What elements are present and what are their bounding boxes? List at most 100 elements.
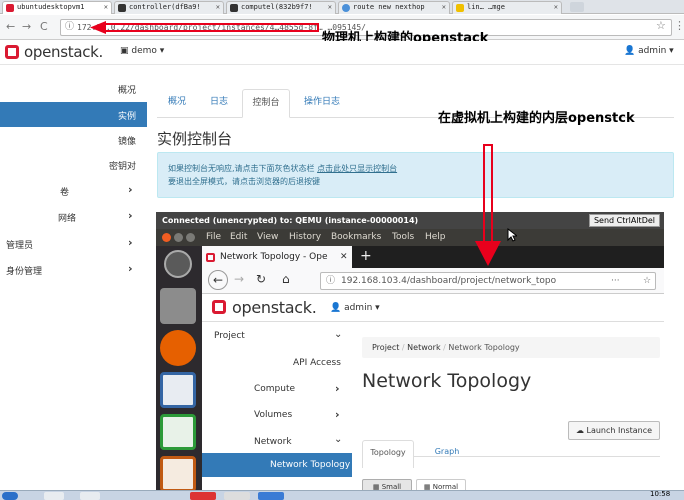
taskbar-app-icon[interactable] (224, 492, 250, 500)
sidebar-item-api-access[interactable]: API Access (293, 358, 341, 368)
user-menu[interactable]: 👤 admin ▾ (330, 303, 380, 313)
firefox-url-text: 192.168.103.4/dashboard/project/network_… (341, 276, 557, 286)
close-window-icon[interactable] (162, 233, 171, 242)
breadcrumb-project[interactable]: Project (372, 343, 399, 352)
launch-instance-button[interactable]: ☁ Launch Instance (568, 421, 660, 440)
openstack-logo-icon (212, 300, 226, 314)
taskbar-app-icon[interactable] (80, 492, 100, 500)
clock: 10:58 (650, 490, 671, 498)
tab-topology[interactable]: Topology (362, 440, 414, 468)
calc-icon[interactable] (160, 414, 196, 450)
breadcrumb-network[interactable]: Network (407, 343, 440, 352)
star-icon[interactable]: ☆ (643, 273, 651, 289)
sidebar-item-images[interactable]: 镜像 (118, 134, 136, 147)
sidebar-item-project[interactable]: Project (214, 331, 245, 341)
info-icon[interactable]: ⓘ (326, 273, 335, 289)
sidebar-item-instances[interactable]: 实例 (118, 109, 136, 122)
menu-view[interactable]: View (257, 229, 278, 246)
browser-tab-label: lin… …mge (467, 3, 505, 11)
back-icon[interactable]: ← (6, 20, 15, 33)
chevron-right-icon[interactable]: › (128, 262, 133, 275)
browser-tab[interactable]: route new nexthop ✕ (338, 1, 450, 14)
reload-icon[interactable]: ↻ (256, 272, 266, 286)
inner-page-title: Network Topology (362, 370, 532, 392)
menu-history[interactable]: History (289, 229, 321, 246)
taskbar-app-icon[interactable] (44, 492, 64, 500)
chevron-right-icon[interactable]: › (128, 183, 133, 196)
info-icon[interactable]: ⓘ (65, 20, 74, 35)
firefox-tab[interactable]: Network Topology - Ope ✕ (202, 246, 352, 268)
close-tab-icon[interactable]: ✕ (554, 2, 558, 13)
ubuntu-launcher (156, 246, 202, 500)
menu-bookmarks[interactable]: Bookmarks (331, 229, 381, 246)
menu-edit[interactable]: Edit (230, 229, 247, 246)
minimize-window-icon[interactable] (174, 233, 183, 242)
chevron-down-icon[interactable]: ⌄ (334, 329, 342, 340)
star-icon[interactable]: ☆ (656, 19, 666, 32)
chevron-right-icon[interactable]: › (335, 382, 340, 395)
ubuntu-dash-icon[interactable] (164, 250, 192, 278)
close-tab-icon[interactable]: ✕ (104, 2, 108, 13)
forward-icon[interactable]: → (234, 272, 244, 286)
openstack-logo-text: openstack. (24, 43, 104, 61)
taskbar-app-icon[interactable] (258, 492, 284, 500)
terminal-favicon-icon (230, 4, 238, 12)
bookmark-favicon-icon (456, 4, 464, 12)
firefox-icon[interactable] (160, 330, 196, 366)
show-only-console-link[interactable]: 点击此处只显示控制台 (317, 164, 397, 173)
sidebar-item-network-topology[interactable]: Network Topology (270, 460, 350, 470)
menu-icon[interactable]: ⋮ (674, 19, 684, 32)
tab-graph[interactable]: Graph (424, 440, 470, 464)
browser-tab[interactable]: controller(dfBa9! ✕ (114, 1, 224, 14)
new-tab-button[interactable] (570, 2, 584, 12)
new-tab-icon[interactable]: + (360, 248, 372, 264)
sidebar-item-network[interactable]: 网络 (58, 211, 76, 224)
taskbar-app-icon[interactable] (190, 492, 216, 500)
close-tab-icon[interactable]: ✕ (328, 2, 332, 13)
vm-screen[interactable]: File Edit View History Bookmarks Tools H… (156, 229, 664, 500)
start-button[interactable] (2, 492, 18, 500)
sidebar-item-keypairs[interactable]: 密钥对 (109, 159, 136, 172)
tab-overview[interactable]: 概况 (158, 89, 196, 118)
vnc-status-bar[interactable]: Connected (unencrypted) to: QEMU (instan… (156, 212, 664, 229)
tab-action-log[interactable]: 操作日志 (294, 89, 350, 118)
firefox-url-field[interactable]: ⓘ 192.168.103.4/dashboard/project/networ… (320, 272, 656, 290)
chevron-right-icon[interactable]: › (128, 209, 133, 222)
reload-icon[interactable]: C (40, 20, 48, 33)
home-icon[interactable]: ⌂ (282, 272, 290, 286)
close-tab-icon[interactable]: ✕ (216, 2, 220, 13)
sidebar-item-network[interactable]: Network (254, 437, 292, 447)
browser-tab[interactable]: computel(832b9f7! ✕ (226, 1, 336, 14)
send-ctrl-alt-del-button[interactable]: Send CtrlAltDel (588, 214, 660, 227)
close-tab-icon[interactable]: ✕ (442, 2, 446, 13)
browser-tab-label: computel(832b9f7! (241, 3, 313, 11)
sidebar-item-admin[interactable]: 管理员 (6, 238, 33, 251)
files-icon[interactable] (160, 288, 196, 324)
user-menu[interactable]: 👤 admin ▾ (624, 46, 674, 56)
maximize-window-icon[interactable] (186, 233, 195, 242)
impress-icon[interactable] (160, 456, 196, 492)
tab-console[interactable]: 控制台 (242, 89, 290, 118)
menu-help[interactable]: Help (425, 229, 446, 246)
menu-file[interactable]: File (206, 229, 221, 246)
chevron-right-icon[interactable]: › (335, 408, 340, 421)
sidebar-item-volumes[interactable]: 卷 (60, 185, 69, 198)
tab-log[interactable]: 日志 (200, 89, 238, 118)
project-selector[interactable]: ▣ demo ▾ (120, 46, 164, 56)
sidebar-item-identity[interactable]: 身份管理 (6, 264, 42, 277)
sidebar-item-overview[interactable]: 概况 (118, 83, 136, 96)
chevron-down-icon[interactable]: ⌄ (334, 434, 342, 445)
chevron-right-icon[interactable]: › (128, 236, 133, 249)
browser-tab[interactable]: ubuntudesktopvm1 ✕ (2, 1, 112, 14)
breadcrumb-current: Network Topology (448, 343, 520, 352)
writer-icon[interactable] (160, 372, 196, 408)
sidebar-item-compute[interactable]: Compute (254, 384, 295, 394)
sidebar-item-volumes[interactable]: Volumes (254, 410, 292, 420)
forward-icon[interactable]: → (22, 20, 31, 33)
browser-tab[interactable]: lin… …mge ✕ (452, 1, 562, 14)
page-actions-icon[interactable]: ··· (611, 273, 620, 289)
menu-tools[interactable]: Tools (392, 229, 414, 246)
back-icon[interactable]: ← (208, 270, 228, 290)
page-title: 实例控制台 (157, 130, 233, 148)
close-tab-icon[interactable]: ✕ (340, 246, 348, 268)
